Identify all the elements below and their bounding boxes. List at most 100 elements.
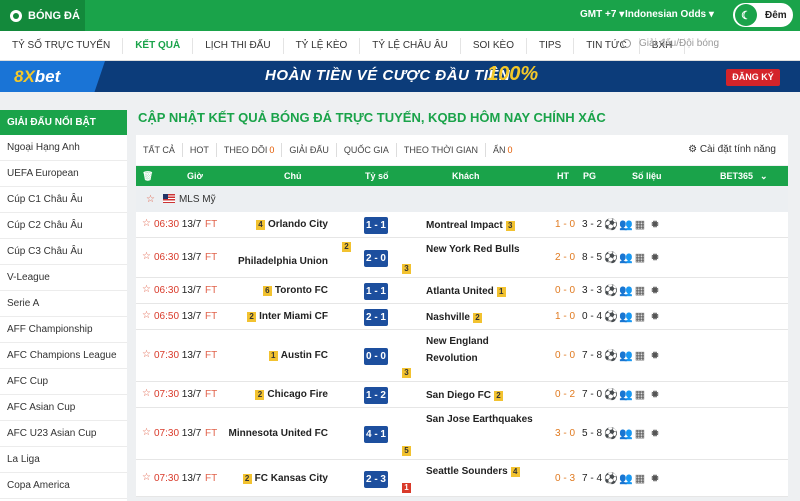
menu-item-fixtures[interactable]: LỊCH THI ĐẤU [193, 37, 284, 54]
favorite-star-icon[interactable]: ☆ [142, 284, 151, 295]
live-event-icon[interactable]: ✹ [649, 350, 661, 362]
trash-icon[interactable]: 🗑 [142, 171, 153, 182]
favorite-star-icon[interactable]: ☆ [142, 472, 151, 483]
home-team[interactable]: 2 FC Kansas City [240, 473, 328, 484]
away-team[interactable]: Nashville 2 [426, 309, 541, 326]
ad-banner[interactable]: 8Xbet HOÀN TIỀN VÉ CƯỢC ĐẦU TIÊN 100% ĐĂ… [0, 61, 800, 92]
sidebar-item-uefa-european[interactable]: UEFA European [0, 161, 127, 187]
table-row[interactable]: ☆ 07:30 13/7 FT 1 Austin FC 0 - 0 New England … [136, 330, 788, 382]
live-event-icon[interactable]: ✹ [649, 473, 661, 485]
away-team[interactable]: Montreal Impact 3 [426, 217, 541, 234]
ball-stats-icon[interactable]: ⚽ [604, 285, 618, 297]
home-team[interactable]: 6 Toronto FC [260, 285, 328, 296]
menu-item-tips[interactable]: TIPS [527, 37, 575, 54]
table-row[interactable]: ☆ 07:30 13/7 FT 2 FC Kansas City 2 - 3 Seattle… [136, 460, 788, 497]
h2h-icon[interactable]: ▦ [634, 252, 646, 264]
sidebar-item-serie-a[interactable]: Serie A [0, 291, 127, 317]
pin-icon[interactable]: ☆ [146, 194, 155, 205]
match-score[interactable]: 1 - 2 [364, 387, 388, 404]
menu-item-live-scores[interactable]: TỶ SỐ TRỰC TUYẾN [0, 37, 124, 54]
filter-hot[interactable]: HOT [183, 143, 217, 157]
match-score[interactable]: 0 - 0 [364, 348, 388, 365]
home-team[interactable]: 1 Austin FC [266, 350, 328, 361]
table-row[interactable]: ☆ 06:30 13/7 FT 6 Toronto FC 1 - 1 Atlanta Uni… [136, 278, 788, 304]
home-team[interactable]: 2 Inter Miami CF [244, 311, 328, 322]
ball-stats-icon[interactable]: ⚽ [604, 473, 618, 485]
odds-format-select[interactable]: Indonesian Odds ▾ [625, 9, 714, 20]
h2h-icon[interactable]: ▦ [634, 428, 646, 440]
sidebar-item-afc-champions-league[interactable]: AFC Champions League [0, 343, 127, 369]
away-team[interactable]: New York Red Bulls [426, 241, 541, 258]
register-button[interactable]: ĐĂNG KÝ [726, 69, 780, 86]
favorite-star-icon[interactable]: ☆ [142, 310, 151, 321]
live-event-icon[interactable]: ✹ [649, 285, 661, 297]
away-team[interactable]: San Jose Earthquakes [426, 411, 541, 428]
ball-stats-icon[interactable]: ⚽ [604, 252, 618, 264]
match-score[interactable]: 2 - 0 [364, 250, 388, 267]
ball-stats-icon[interactable]: ⚽ [604, 428, 618, 440]
live-event-icon[interactable]: ✹ [649, 219, 661, 231]
favorite-star-icon[interactable]: ☆ [142, 427, 151, 438]
sidebar-item-premier-league[interactable]: Ngoại Hạng Anh [0, 135, 127, 161]
filter-follow[interactable]: THEO DÕI 0 [217, 143, 283, 157]
sidebar-item-c1[interactable]: Cúp C1 Châu Âu [0, 187, 127, 213]
menu-item-results[interactable]: KẾT QUẢ [123, 37, 194, 54]
lineup-icon[interactable]: 👥 [619, 350, 633, 362]
feature-settings-button[interactable]: ⚙ Cài đặt tính năng [688, 144, 776, 155]
h2h-icon[interactable]: ▦ [634, 285, 646, 297]
match-score[interactable]: 1 - 1 [364, 217, 388, 234]
favorite-star-icon[interactable]: ☆ [142, 251, 151, 262]
live-event-icon[interactable]: ✹ [649, 389, 661, 401]
menu-item-euro-odds[interactable]: TỶ LỆ CHÂU ÂU [360, 37, 461, 54]
live-event-icon[interactable]: ✹ [649, 311, 661, 323]
sidebar-item-afc-u23[interactable]: AFC U23 Asian Cup [0, 421, 127, 447]
sidebar-item-c2[interactable]: Cúp C2 Châu Âu [0, 213, 127, 239]
home-team[interactable]: Minnesota United FC [229, 428, 328, 439]
h2h-icon[interactable]: ▦ [634, 473, 646, 485]
h2h-icon[interactable]: ▦ [634, 389, 646, 401]
h2h-icon[interactable]: ▦ [634, 311, 646, 323]
filter-time[interactable]: THEO THỜI GIAN [397, 143, 486, 157]
sidebar-item-afc-asian-cup[interactable]: AFC Asian Cup [0, 395, 127, 421]
sidebar-item-v-league[interactable]: V-League [0, 265, 127, 291]
filter-hidden[interactable]: ẨN 0 [486, 143, 520, 157]
favorite-star-icon[interactable]: ☆ [142, 349, 151, 360]
match-score[interactable]: 2 - 1 [364, 309, 388, 326]
away-team[interactable]: Atlanta United 1 [426, 283, 541, 300]
table-row[interactable]: ☆ 07:30 13/7 FT Minnesota United FC 4 - 1 San… [136, 408, 788, 460]
lineup-icon[interactable]: 👥 [619, 285, 633, 297]
league-header[interactable]: ☆ MLS Mỹ [136, 188, 788, 212]
menu-item-odds[interactable]: TỶ LỆ KÈO [284, 37, 361, 54]
h2h-icon[interactable]: ▦ [634, 350, 646, 362]
live-event-icon[interactable]: ✹ [649, 428, 661, 440]
filter-country[interactable]: QUỐC GIA [337, 143, 397, 157]
table-row[interactable]: ☆ 06:30 13/7 FT 4 Orlando City 1 - 1 Montreal … [136, 212, 788, 238]
sidebar-item-aff-championship[interactable]: AFF Championship [0, 317, 127, 343]
filter-all[interactable]: TẤT CẢ [136, 143, 183, 157]
lineup-icon[interactable]: 👥 [619, 219, 633, 231]
filter-league[interactable]: GIẢI ĐẤU [282, 143, 337, 157]
sidebar-item-la-liga[interactable]: La Liga [0, 447, 127, 473]
away-team[interactable]: New England Revolution [426, 333, 541, 367]
table-row[interactable]: ☆ 06:50 13/7 FT 2 Inter Miami CF 2 - 1 Nashvil… [136, 304, 788, 330]
site-brand[interactable]: BÓNG ĐÁ [0, 0, 85, 31]
table-row[interactable]: ☆ 06:30 13/7 FT Philadelphia Union 2 - 0 New … [136, 238, 788, 278]
lineup-icon[interactable]: 👥 [619, 311, 633, 323]
favorite-star-icon[interactable]: ☆ [142, 388, 151, 399]
match-score[interactable]: 2 - 3 [364, 471, 388, 488]
away-team[interactable]: Seattle Sounders 4 [426, 463, 541, 480]
h2h-icon[interactable]: ▦ [634, 219, 646, 231]
home-team[interactable]: 4 Orlando City [253, 219, 328, 230]
ball-stats-icon[interactable]: ⚽ [604, 219, 618, 231]
search-input[interactable]: Giải đấu/Đội bóng [622, 38, 797, 49]
ball-stats-icon[interactable]: ⚽ [604, 350, 618, 362]
ball-stats-icon[interactable]: ⚽ [604, 311, 618, 323]
sidebar-item-afc-cup[interactable]: AFC Cup [0, 369, 127, 395]
timezone-select[interactable]: GMT +7 ▾ [580, 9, 624, 20]
lineup-icon[interactable]: 👥 [619, 389, 633, 401]
night-mode-toggle[interactable]: ☾ Đêm [733, 3, 793, 27]
live-event-icon[interactable]: ✹ [649, 252, 661, 264]
match-score[interactable]: 1 - 1 [364, 283, 388, 300]
away-team[interactable]: San Diego FC 2 [426, 387, 541, 404]
ball-stats-icon[interactable]: ⚽ [604, 389, 618, 401]
